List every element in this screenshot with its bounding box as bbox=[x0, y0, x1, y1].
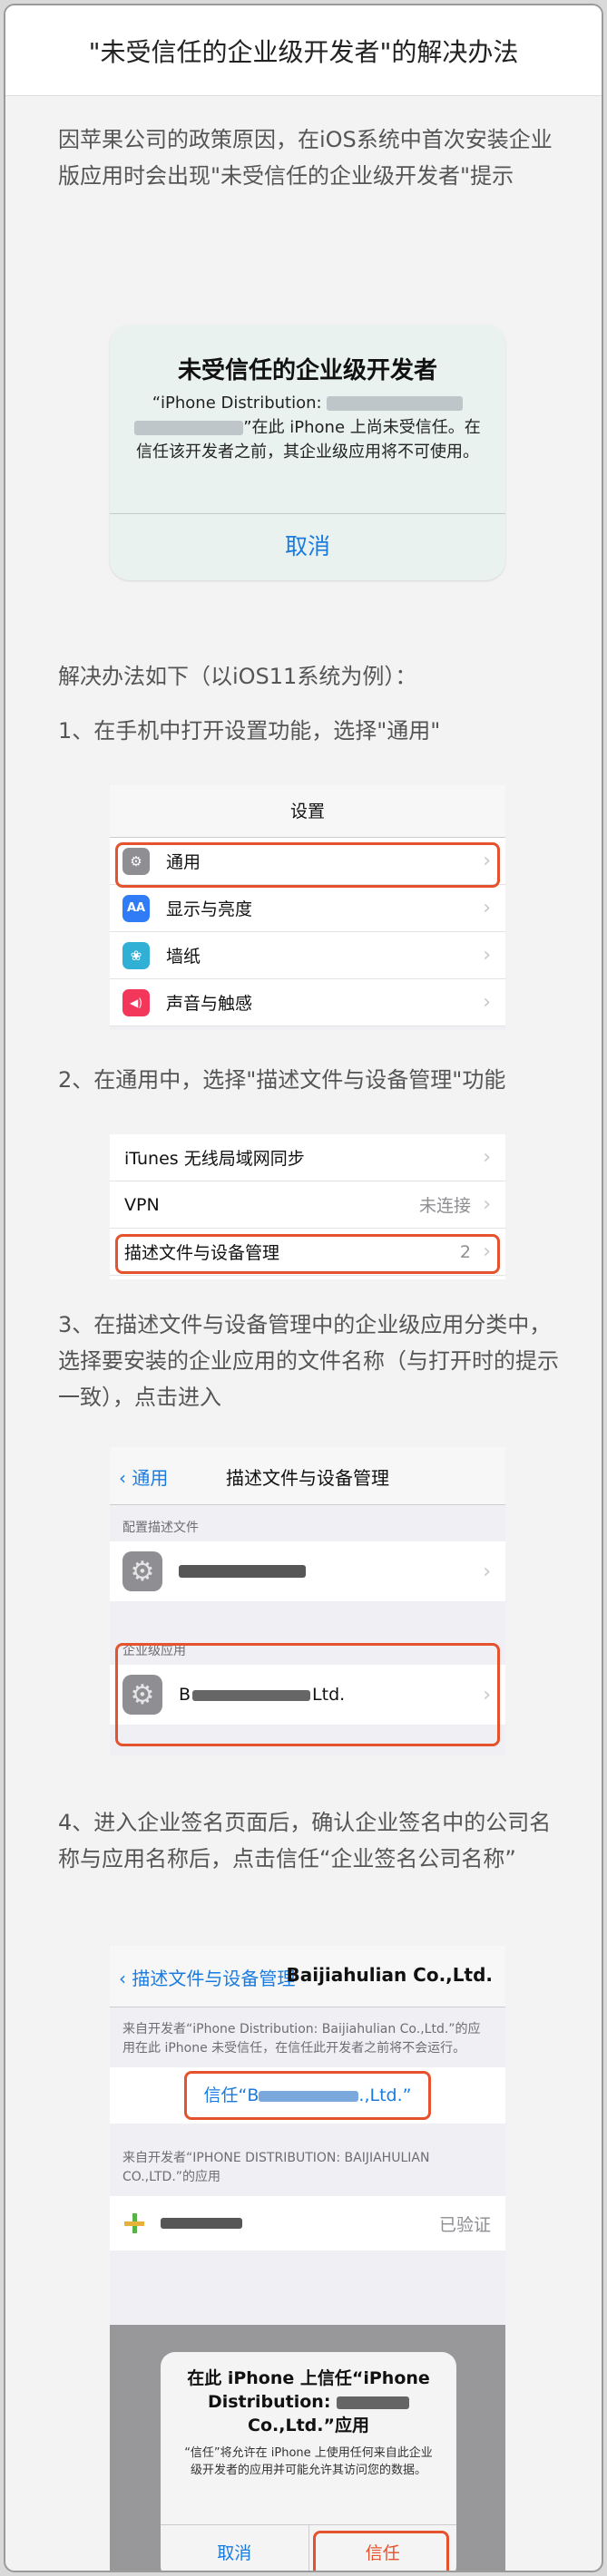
enterprise-trust-screenshot: ‹ 描述文件与设备管理 Baijiahulian Co.,Ltd. 来自开发者“… bbox=[110, 1946, 505, 2571]
profile-row[interactable]: ⚙ › bbox=[110, 1541, 505, 1601]
row-label: iTunes 无线局域网同步 bbox=[124, 1149, 305, 1169]
back-label: 描述文件与设备管理 bbox=[132, 1968, 296, 1989]
row-label: 显示与亮度 bbox=[166, 899, 253, 919]
row-label: VPN bbox=[124, 1194, 160, 1215]
row-label: 声音与触感 bbox=[166, 994, 253, 1014]
highlight-box bbox=[312, 2531, 449, 2571]
dialog-body: “信任”将允许在 iPhone 上使用任何来自此企业级开发者的应用并可能允许其访… bbox=[184, 2446, 433, 2477]
redacted-company bbox=[337, 2396, 410, 2409]
alert-body: “iPhone Distribution: ”在此 iPhone 上尚未受信任。… bbox=[110, 385, 505, 521]
row-label: 墙纸 bbox=[166, 947, 201, 967]
highlight-box bbox=[115, 1234, 500, 1274]
highlight-box bbox=[115, 1643, 500, 1746]
chevron-right-icon: › bbox=[483, 1560, 491, 1583]
alert-body-prefix: “iPhone Distribution: bbox=[152, 394, 328, 413]
step-3-text: 3、在描述文件与设备管理中的企业级应用分类中，选择要安装的企业应用的文件名称（与… bbox=[58, 1312, 559, 1410]
general-settings-screenshot: iTunes 无线局域网同步 › VPN 未连接 › 描述文件与设备管理 2 › bbox=[110, 1134, 505, 1279]
alert-cancel-button[interactable]: 取消 bbox=[110, 513, 505, 580]
intro-text: 因苹果公司的政策原因，在iOS系统中首次安装企业版应用时会出现"未受信任的企业级… bbox=[58, 127, 553, 189]
settings-row-wallpaper[interactable]: ❀ 墙纸 › bbox=[110, 932, 505, 979]
redacted-name bbox=[327, 396, 464, 411]
speaker-icon: ◀) bbox=[122, 988, 150, 1016]
step-2-text: 2、在通用中，选择"描述文件与设备管理"功能 bbox=[58, 1067, 506, 1093]
redacted-name-2 bbox=[134, 421, 244, 435]
page-header: "未受信任的企业级开发者"的解决办法 bbox=[5, 5, 602, 96]
highlight-box bbox=[115, 842, 500, 888]
gear-icon: ⚙ bbox=[122, 1551, 162, 1591]
app-row[interactable]: 已验证 bbox=[110, 2196, 505, 2250]
trust-confirm-dialog: 在此 iPhone 上信任“iPhone Distribution: Co.,L… bbox=[161, 2352, 457, 2571]
flower-icon: ❀ bbox=[122, 941, 150, 969]
chevron-right-icon: › bbox=[483, 897, 491, 919]
settings-row-display[interactable]: AA 显示与亮度 › bbox=[110, 885, 505, 932]
back-button[interactable]: ‹ 描述文件与设备管理 bbox=[119, 1964, 295, 1990]
verified-label: 已验证 bbox=[438, 2214, 491, 2235]
chevron-right-icon: › bbox=[483, 991, 491, 1014]
section-header-profiles: 配置描述文件 bbox=[122, 1521, 199, 1535]
row-value: 未连接 bbox=[418, 1196, 471, 1216]
redacted-profile-name bbox=[179, 1565, 306, 1578]
page-frame: "未受信任的企业级开发者"的解决办法 因苹果公司的政策原因，在iOS系统中首次安… bbox=[4, 4, 603, 2572]
settings-row-vpn[interactable]: VPN 未连接 › bbox=[110, 1181, 505, 1229]
dialog-buttons: 取消 信任 bbox=[161, 2524, 457, 2571]
dialog-title: 在此 iPhone 上信任“iPhone Distribution: Co.,L… bbox=[161, 2352, 456, 2437]
app-icon bbox=[124, 2213, 144, 2233]
solution-heading: 解决办法如下（以iOS11系统为例）： bbox=[58, 664, 417, 689]
highlight-box bbox=[184, 2071, 431, 2120]
nav-title: Baijiahulian Co.,Ltd. bbox=[286, 1964, 493, 1986]
step-4-text: 4、进入企业签名页面后，确认企业签名中的公司名称与应用名称后，点击信任“企业签名… bbox=[58, 1810, 552, 1871]
settings-nav-title: 设置 bbox=[110, 785, 505, 838]
chevron-right-icon: › bbox=[483, 1146, 491, 1169]
profiles-nav-bar: ‹ 通用 描述文件与设备管理 bbox=[110, 1447, 505, 1505]
dialog-trust-button[interactable]: 信任 bbox=[309, 2525, 457, 2571]
page-title: "未受信任的企业级开发者"的解决办法 bbox=[88, 36, 519, 67]
trust-developer-button[interactable]: 信任“B .,Ltd.” bbox=[110, 2067, 505, 2124]
chevron-right-icon: › bbox=[483, 1193, 491, 1216]
alert-title: 未受信任的企业级开发者 bbox=[177, 357, 437, 384]
enterprise-nav-bar: ‹ 描述文件与设备管理 Baijiahulian Co.,Ltd. bbox=[110, 1946, 505, 2007]
step-1-text: 1、在手机中打开设置功能，选择"通用" bbox=[58, 718, 441, 744]
chevron-right-icon: › bbox=[483, 944, 491, 967]
dialog-title-suffix: Co.,Ltd.”应用 bbox=[248, 2416, 369, 2435]
settings-row-sounds[interactable]: ◀) 声音与触感 › bbox=[110, 979, 505, 1026]
apps-section-header: 来自开发者“IPHONE DISTRIBUTION: BAIJIAHULIAN … bbox=[122, 2151, 430, 2184]
settings-screenshot: 设置 ⚙ 通用 › AA 显示与亮度 › ❀ 墙纸 › ◀) 声音与触感 › bbox=[110, 785, 505, 1030]
profiles-screenshot: ‹ 通用 描述文件与设备管理 配置描述文件 ⚙ › 企业级应用 ⚙ B Ltd. … bbox=[110, 1447, 505, 1755]
dialog-cancel-button[interactable]: 取消 bbox=[161, 2525, 309, 2571]
redacted-app-name bbox=[161, 2218, 242, 2229]
untrusted-alert-screenshot: 未受信任的企业级开发者 “iPhone Distribution: ”在此 iP… bbox=[110, 325, 505, 580]
settings-row-itunes-sync[interactable]: iTunes 无线局域网同步 › bbox=[110, 1134, 505, 1181]
nav-title: 描述文件与设备管理 bbox=[226, 1467, 389, 1489]
aa-icon: AA bbox=[122, 894, 150, 922]
developer-note: 来自开发者“iPhone Distribution: Baijiahulian … bbox=[122, 2022, 481, 2056]
